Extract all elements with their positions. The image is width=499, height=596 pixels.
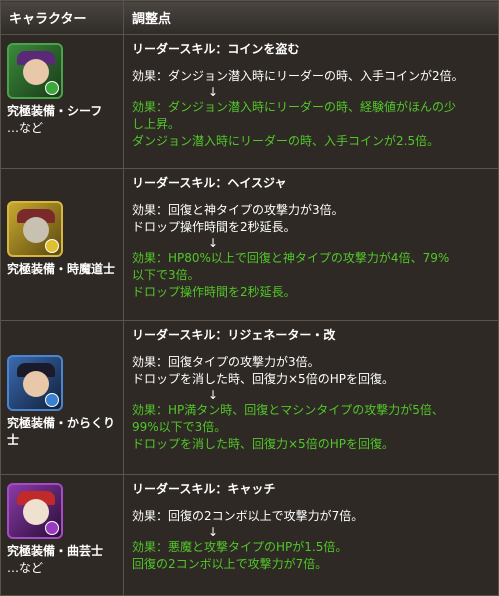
table-row: 究極装備・時魔道士 リーダースキル：ヘイスジャ 効果：回復と神タイプの攻撃力が3… (0, 168, 499, 321)
character-name: 究極装備・曲芸士 (7, 544, 104, 558)
column-header-character: キャラクター (0, 0, 124, 35)
before-effect: 効果：ダンジョン潜入時にリーダーの時、入手コインが2倍。 (132, 69, 464, 83)
machinist-portrait-icon (7, 355, 63, 411)
down-arrow-icon: ↓ (208, 525, 219, 539)
character-name: 究極装備・シーフ (7, 104, 103, 118)
down-arrow-icon: ↓ (208, 85, 219, 99)
character-name: 究極装備・時魔道士 (7, 262, 116, 276)
after-effect: 以下で3倍。 (132, 268, 200, 282)
after-effect: 回復の2コンボ以上で攻撃力が7倍。 (132, 557, 328, 571)
time-mage-portrait-icon (7, 201, 63, 257)
thief-portrait-icon (7, 43, 63, 99)
after-effect: 効果：HP満タン時、回復とマシンタイプの攻撃力が5倍、 (132, 403, 444, 417)
before-effect: 効果：回復タイプの攻撃力が3倍。 (132, 355, 320, 369)
leader-skill-name: リーダースキル：コインを盗む (132, 42, 300, 56)
before-effect: 効果：回復の2コンボ以上で攻撃力が7倍。 (132, 509, 364, 523)
before-effect: ドロップ操作時間を2秒延長。 (132, 220, 296, 234)
down-arrow-icon: ↓ (208, 388, 219, 402)
after-effect: ダンジョン潜入時にリーダーの時、入手コインが2.5倍。 (132, 134, 440, 148)
character-cell: 究極装備・からくり士 (0, 320, 124, 475)
leader-skill-name: リーダースキル：リジェネーター・改 (132, 328, 336, 342)
leader-skill-name: リーダースキル：キャッチ (132, 482, 276, 496)
after-effect: 99%以下で3倍。 (132, 420, 227, 434)
adjustment-cell: リーダースキル：コインを盗む 効果：ダンジョン潜入時にリーダーの時、入手コインが… (123, 34, 499, 169)
after-effect: ドロップ操作時間を2秒延長。 (132, 285, 296, 299)
leader-skill-name: リーダースキル：ヘイスジャ (132, 176, 287, 190)
table-header-row: キャラクター 調整点 (0, 0, 499, 35)
table-row: 究極装備・からくり士 リーダースキル：リジェネーター・改 効果：回復タイプの攻撃… (0, 320, 499, 475)
character-cell: 究極装備・時魔道士 (0, 168, 124, 321)
after-effect: 効果：ダンジョン潜入時にリーダーの時、経験値がほんの少 (132, 100, 457, 114)
down-arrow-icon: ↓ (208, 236, 219, 250)
character-cell: 究極装備・シーフ …など (0, 34, 124, 169)
after-effect: 効果：悪魔と攻撃タイプのHPが1.5倍。 (132, 540, 348, 554)
character-note: …など (7, 561, 44, 575)
adjustment-cell: リーダースキル：キャッチ 効果：回復の2コンボ以上で攻撃力が7倍。 ↓ 効果：悪… (123, 474, 499, 596)
character-note: …など (7, 121, 44, 135)
character-cell: 究極装備・曲芸士 …など (0, 474, 124, 596)
table-row: 究極装備・シーフ …など リーダースキル：コインを盗む 効果：ダンジョン潜入時に… (0, 34, 499, 169)
after-effect: ドロップを消した時、回復力×5倍のHPを回復。 (132, 437, 394, 451)
after-effect: 効果：HP80%以上で回復と神タイプの攻撃力が4倍、79% (132, 251, 450, 265)
adjustment-cell: リーダースキル：ヘイスジャ 効果：回復と神タイプの攻撃力が3倍。 ドロップ操作時… (123, 168, 499, 321)
column-header-adjustment: 調整点 (123, 0, 499, 35)
after-effect: し上昇。 (132, 117, 181, 131)
adjustment-cell: リーダースキル：リジェネーター・改 効果：回復タイプの攻撃力が3倍。 ドロップを… (123, 320, 499, 475)
adjustment-table: キャラクター 調整点 究極装備・シーフ …など リーダースキル：コインを盗む 効… (0, 0, 499, 596)
acrobat-portrait-icon (7, 483, 63, 539)
table-row: 究極装備・曲芸士 …など リーダースキル：キャッチ 効果：回復の2コンボ以上で攻… (0, 474, 499, 596)
character-name: 究極装備・からくり士 (7, 416, 116, 447)
before-effect: ドロップを消した時、回復力×5倍のHPを回復。 (132, 372, 394, 386)
before-effect: 効果：回復と神タイプの攻撃力が3倍。 (132, 203, 344, 217)
